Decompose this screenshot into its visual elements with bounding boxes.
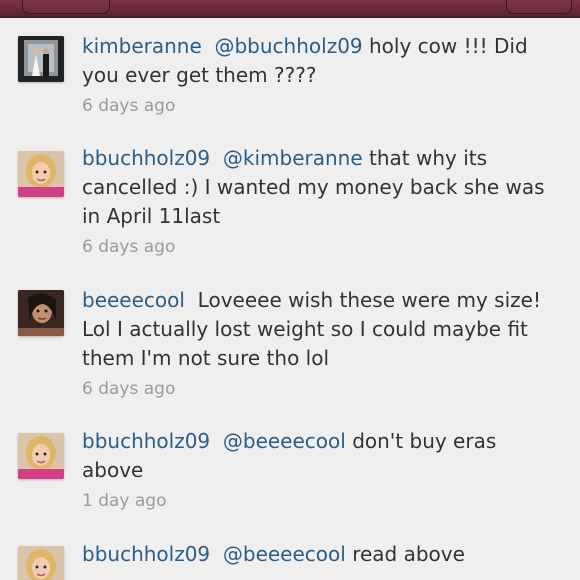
comments-screen: kimberanne @bbuchholz09 holy cow !!! Did… — [0, 0, 580, 580]
blonde-selfie-icon — [18, 151, 64, 197]
comment-body: bbuchholz09 @kimberanne that why its can… — [82, 144, 552, 260]
comment-body: bbuchholz09 @beeeecool read above — [82, 540, 552, 569]
comment-timestamp: 6 days ago — [82, 379, 176, 399]
avatar[interactable] — [18, 433, 64, 479]
back-button[interactable] — [22, 0, 110, 14]
comment-body: kimberanne @bbuchholz09 holy cow !!! Did… — [82, 32, 552, 119]
comment-username[interactable]: kimberanne — [82, 34, 202, 58]
comment-mention[interactable]: @beeeecool — [223, 542, 346, 566]
comment-mention[interactable]: @bbuchholz09 — [214, 34, 362, 58]
comment-username[interactable]: bbuchholz09 — [82, 146, 210, 170]
comment-username[interactable]: beeeecool — [82, 288, 185, 312]
comment-mention[interactable]: @kimberanne — [223, 146, 363, 170]
avatar[interactable] — [18, 546, 64, 580]
comment-body: bbuchholz09 @beeeecool don't buy eras ab… — [82, 427, 552, 514]
brunette-selfie-icon — [18, 290, 64, 336]
comment-body: beeeecool Loveeee wish these were my siz… — [82, 286, 552, 402]
comment-text: read above — [352, 542, 465, 566]
header-action-button[interactable] — [506, 0, 572, 14]
comment-username[interactable]: bbuchholz09 — [82, 542, 210, 566]
wedding-photo-icon — [18, 36, 64, 82]
comment-timestamp: 1 day ago — [82, 491, 167, 511]
comment-timestamp: 6 days ago — [82, 237, 176, 257]
comment-timestamp: 6 days ago — [82, 96, 176, 116]
blonde-selfie-icon — [18, 546, 64, 580]
header-bar — [0, 0, 580, 18]
avatar[interactable] — [18, 36, 64, 82]
avatar[interactable] — [18, 290, 64, 336]
avatar[interactable] — [18, 151, 64, 197]
blonde-selfie-icon — [18, 433, 64, 479]
comment-username[interactable]: bbuchholz09 — [82, 429, 210, 453]
comment-mention[interactable]: @beeeecool — [223, 429, 346, 453]
